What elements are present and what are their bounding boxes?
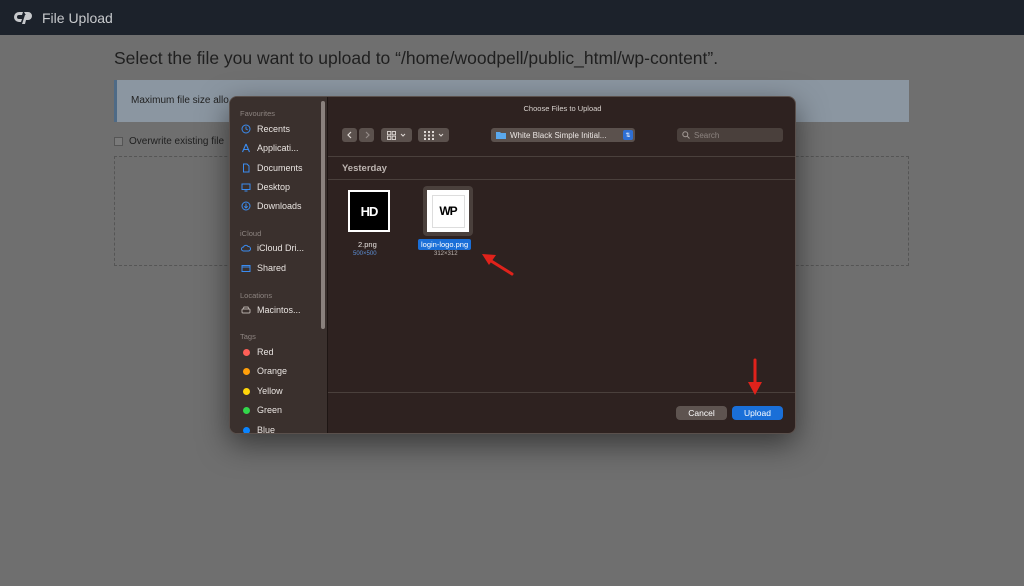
sidebar-tag-yellow[interactable]: Yellow	[241, 386, 283, 396]
file-thumbnail[interactable]: HD	[345, 187, 393, 235]
sidebar-item-macintosh-hd[interactable]: Macintos...	[241, 305, 301, 315]
sidebar-tag-red[interactable]: Red	[241, 347, 274, 357]
cancel-button[interactable]: Cancel	[676, 406, 727, 420]
chevron-down-icon	[400, 133, 406, 137]
upload-button[interactable]: Upload	[732, 406, 783, 420]
sidebar-tag-green[interactable]: Green	[241, 405, 282, 415]
overwrite-checkbox[interactable]	[114, 137, 123, 146]
document-icon	[241, 163, 251, 173]
chevron-left-icon	[346, 131, 351, 139]
section-yesterday: Yesterday	[342, 163, 387, 174]
forward-button[interactable]	[359, 128, 374, 142]
location-dropdown[interactable]: White Black Simple Initial... ⇅	[491, 128, 635, 142]
current-folder-label: White Black Simple Initial...	[510, 130, 607, 140]
search-icon	[682, 131, 690, 139]
orange-tag-dot-icon	[242, 367, 250, 375]
sidebar-scrollbar[interactable]	[321, 101, 325, 329]
file-name-selected: login-logo.png	[418, 239, 472, 250]
grid-view-icon	[387, 130, 396, 140]
sidebar-tag-blue[interactable]: Blue	[241, 425, 275, 433]
dialog-title: Choose Files to Upload	[523, 104, 602, 113]
sidebar-item-shared[interactable]: Shared	[241, 263, 286, 273]
info-text: Maximum file size allo	[131, 95, 229, 106]
sidebar-tag-orange[interactable]: Orange	[241, 366, 287, 376]
sidebar-item-documents[interactable]: Documents	[241, 163, 303, 173]
sidebar-item-recents[interactable]: Recents	[241, 124, 290, 134]
folder-icon	[496, 132, 506, 139]
icloud-heading: iCloud	[240, 229, 262, 238]
top-bar: File Upload	[0, 0, 1024, 35]
shared-folder-icon	[241, 263, 251, 273]
section-divider	[328, 179, 795, 180]
dialog-sidebar: Favourites Recents Applicati... Document…	[230, 97, 328, 433]
toolbar-divider	[328, 156, 795, 157]
hard-drive-icon	[241, 305, 251, 315]
annotation-arrow-icon	[482, 254, 514, 276]
cloud-icon	[241, 243, 251, 253]
blue-tag-dot-icon	[242, 426, 250, 433]
sidebar-item-icloud-drive[interactable]: iCloud Dri...	[241, 243, 304, 253]
file-thumbnail-selected[interactable]: WP	[423, 186, 473, 236]
chevron-down-icon	[438, 133, 443, 137]
back-button[interactable]	[342, 128, 357, 142]
desktop-icon	[241, 182, 251, 192]
search-field[interactable]: Search	[677, 128, 783, 142]
overwrite-label: Overwrite existing file	[129, 136, 225, 147]
green-tag-dot-icon	[242, 406, 250, 414]
group-view-button[interactable]	[418, 128, 449, 142]
tags-heading: Tags	[240, 332, 256, 341]
download-icon	[241, 201, 251, 211]
sidebar-item-downloads[interactable]: Downloads	[241, 201, 302, 211]
file-dimensions: 500×500	[353, 251, 377, 257]
upload-heading: Select the file you want to upload to “/…	[114, 48, 719, 68]
chevron-updown-icon: ⇅	[623, 130, 633, 140]
cpanel-logo-icon[interactable]	[14, 10, 34, 26]
sidebar-item-desktop[interactable]: Desktop	[241, 182, 290, 192]
search-placeholder: Search	[694, 130, 720, 140]
grouping-grid-icon	[423, 130, 434, 140]
yellow-tag-dot-icon	[242, 387, 250, 395]
footer-divider	[328, 392, 795, 393]
page-title: File Upload	[42, 9, 113, 26]
annotation-arrow-icon	[748, 358, 762, 395]
sidebar-item-applications[interactable]: Applicati...	[241, 143, 299, 153]
overwrite-option[interactable]: Overwrite existing file	[114, 136, 224, 147]
favourites-heading: Favourites	[240, 109, 276, 118]
icon-view-button[interactable]	[381, 128, 412, 142]
red-tag-dot-icon	[242, 348, 250, 356]
locations-heading: Locations	[240, 291, 273, 300]
dialog-main-pane: Choose Files to Upload White Black Simpl…	[328, 97, 795, 433]
clock-icon	[241, 124, 251, 134]
applications-icon	[241, 143, 251, 153]
thumbnail-logo-text: WP	[439, 204, 457, 218]
file-name: 2.png	[358, 240, 377, 249]
thumbnail-logo-text: HD	[360, 203, 379, 219]
file-dimensions: 312×312	[434, 251, 458, 257]
chevron-right-icon	[365, 131, 370, 139]
